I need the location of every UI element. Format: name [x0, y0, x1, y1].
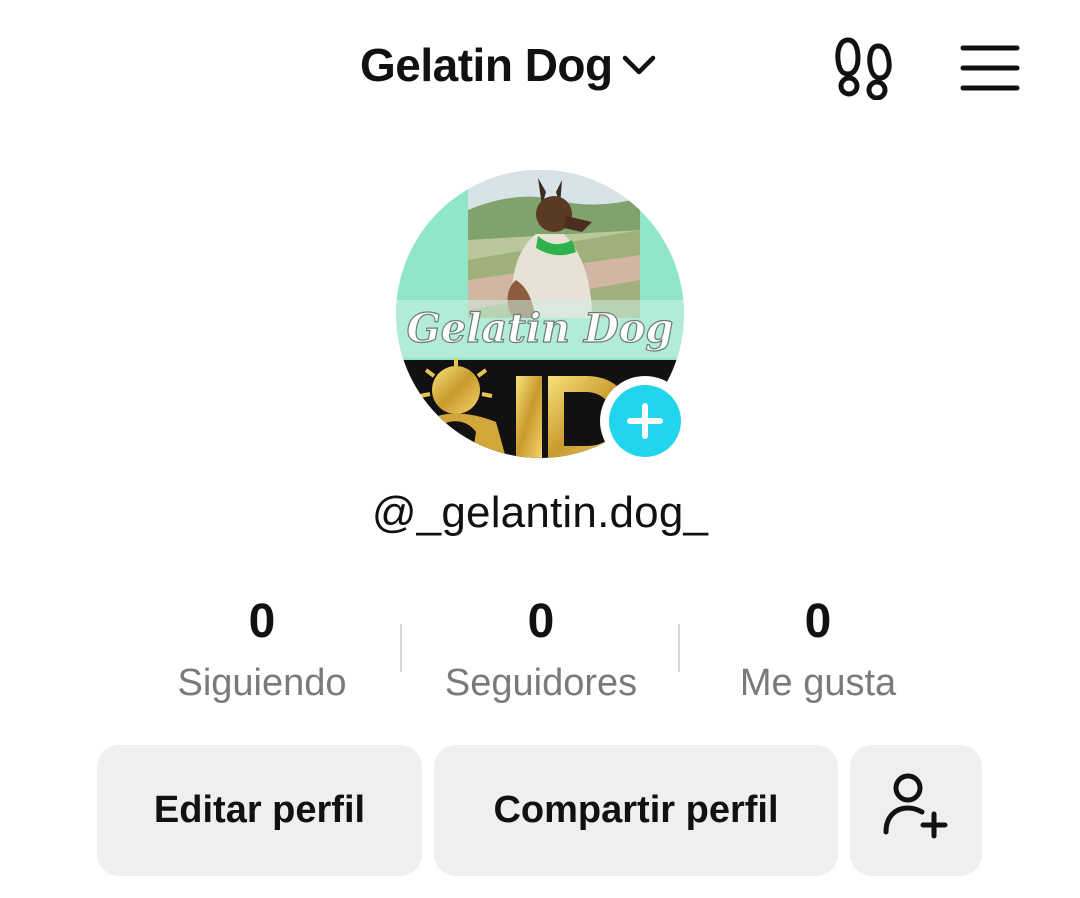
account-switcher[interactable]: Gelatin Dog [360, 38, 657, 92]
profile-screen: Gelatin Dog Gelatin Dog @_gelantin.dog_ … [0, 0, 1080, 898]
stats-divider [678, 624, 680, 672]
add-user-icon [880, 770, 952, 852]
avatar-logo-text: Gelatin Dog [407, 305, 674, 352]
stats-divider [400, 624, 402, 672]
footprints-icon[interactable] [834, 36, 894, 105]
likes-label: Me gusta [739, 662, 897, 704]
plus-icon [609, 385, 681, 457]
following-label: Siguiendo [177, 662, 347, 704]
stat-following[interactable]: 0 Siguiendo [137, 594, 387, 706]
stat-followers[interactable]: 0 Seguidores [416, 594, 666, 706]
followers-count: 0 [527, 595, 555, 648]
following-count: 0 [248, 595, 276, 648]
account-name: Gelatin Dog [360, 39, 613, 91]
likes-count: 0 [804, 595, 832, 648]
add-friends-button[interactable] [850, 745, 982, 876]
hamburger-menu-icon[interactable] [960, 44, 1020, 97]
followers-label: Seguidores [444, 662, 638, 704]
stat-likes[interactable]: 0 Me gusta [693, 594, 943, 706]
username: @_gelantin.dog_ [371, 488, 709, 537]
share-profile-label: Compartir perfil [493, 789, 779, 831]
add-story-button[interactable] [600, 376, 690, 466]
chevron-down-icon [621, 53, 657, 82]
edit-profile-label: Editar perfil [153, 789, 366, 831]
edit-profile-button[interactable]: Editar perfil [97, 745, 422, 876]
share-profile-button[interactable]: Compartir perfil [434, 745, 838, 876]
